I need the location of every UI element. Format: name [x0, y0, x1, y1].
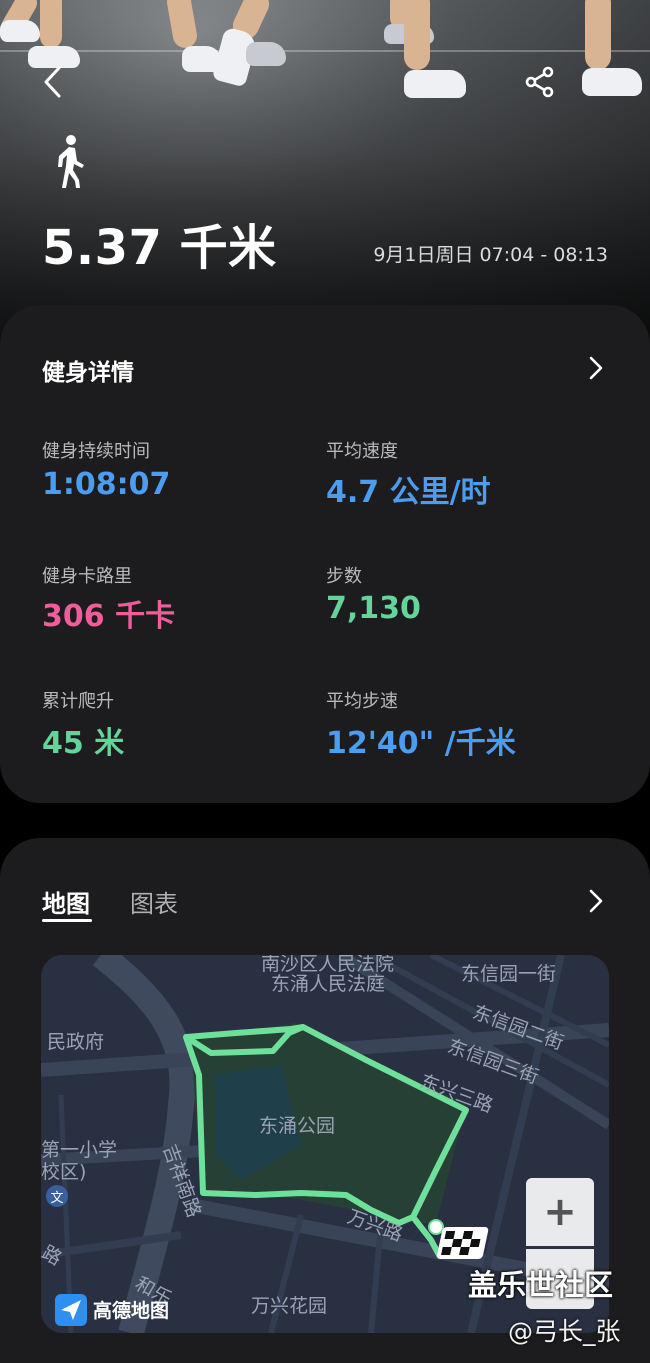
stat-label-steps: 步数 [326, 566, 362, 587]
details-title: 健身详情 [42, 360, 134, 386]
education-poi-icon: 文 [46, 1185, 68, 1207]
plus-icon: + [543, 1189, 577, 1235]
stat-value-steps: 7,130 [326, 591, 421, 626]
map-label-garden: 万兴花园 [251, 1295, 328, 1317]
runner-shoe [404, 70, 466, 98]
runner-shoe [246, 42, 286, 66]
back-button[interactable] [29, 58, 77, 106]
stat-label-avg-speed: 平均速度 [326, 441, 398, 462]
share-button[interactable] [516, 58, 564, 106]
stat-value-avg-pace: 12'40" /千米 [326, 726, 516, 761]
runner-shoe [582, 68, 642, 96]
road-marking [0, 50, 650, 52]
hero-image: 5.37 千米 9月1日周日 07:04 - 08:13 [0, 0, 650, 340]
stat-value-avg-speed: 4.7 公里/时 [326, 475, 491, 510]
active-tab-indicator [42, 919, 92, 922]
runner-leg [404, 0, 430, 70]
stat-value-duration: 1:08:07 [42, 467, 171, 502]
runner-leg [40, 0, 62, 48]
walking-person-icon [58, 135, 84, 188]
runner-leg [165, 0, 199, 50]
map-provider-label: 高德地图 [93, 1300, 170, 1322]
map-label-school-campus: 校区) [41, 1161, 87, 1183]
date-time-range: 9月1日周日 07:04 - 08:13 [373, 244, 608, 266]
stat-label-calories: 健身卡路里 [42, 566, 132, 587]
stat-value-elevation: 45 米 [42, 726, 125, 761]
runner-leg [585, 0, 611, 70]
tab-chart[interactable]: 图表 [130, 884, 178, 919]
chevron-right-icon[interactable] [582, 354, 610, 382]
share-icon [525, 66, 554, 98]
chevron-left-icon [44, 66, 61, 98]
distance-value: 5.37 千米 [42, 220, 277, 276]
stat-label-duration: 健身持续时间 [42, 441, 150, 462]
zoom-in-button[interactable]: + [526, 1178, 594, 1246]
amap-logo-icon [55, 1294, 87, 1326]
map-label-road: 东信园一街 [461, 963, 557, 985]
map-label-government: 民政府 [47, 1031, 105, 1053]
chevron-right-icon[interactable] [582, 887, 610, 915]
map-label-park: 东涌公园 [259, 1115, 336, 1137]
map-label-tribunal: 东涌人民法庭 [271, 973, 386, 995]
watermark-author: @弓长_张 [508, 1317, 621, 1346]
watermark-community: 盖乐世社区 [468, 1268, 614, 1302]
stat-label-avg-pace: 平均步速 [326, 691, 398, 712]
stat-label-elevation: 累计爬升 [42, 691, 114, 712]
runner-shoe [0, 20, 40, 42]
tab-map[interactable]: 地图 [42, 884, 90, 919]
stat-value-calories: 306 千卡 [42, 599, 176, 634]
